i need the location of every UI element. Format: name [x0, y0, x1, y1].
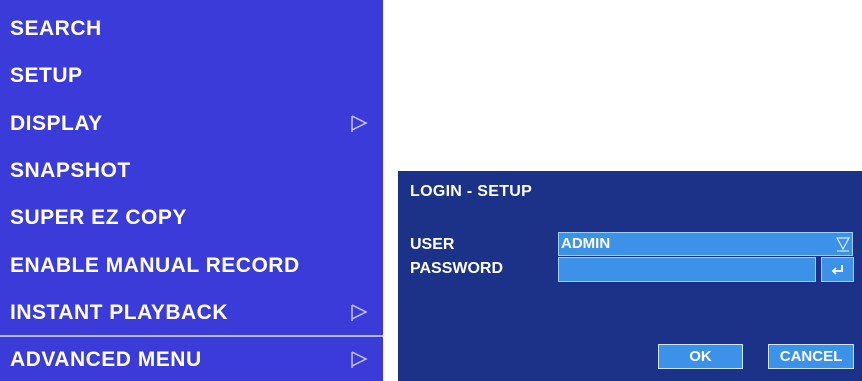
- menu-item-label: SUPER EZ COPY: [10, 206, 187, 229]
- context-menu: SEARCH SETUP DISPLAY SNAPSHOT SUPER EZ C…: [0, 0, 383, 381]
- menu-item-advanced-menu[interactable]: ADVANCED MENU: [0, 335, 383, 381]
- menu-item-setup[interactable]: SETUP: [0, 53, 383, 99]
- menu-item-label: SNAPSHOT: [10, 159, 131, 182]
- menu-item-instant-playback[interactable]: INSTANT PLAYBACK: [0, 290, 383, 336]
- password-enter-button[interactable]: [821, 257, 854, 282]
- menu-item-search[interactable]: SEARCH: [0, 6, 383, 52]
- submenu-arrow-icon: [351, 351, 368, 368]
- submenu-arrow-icon: [351, 304, 368, 321]
- dropdown-icon[interactable]: [836, 236, 850, 252]
- user-select-value: ADMIN: [561, 235, 611, 252]
- user-select[interactable]: ADMIN: [558, 232, 853, 256]
- menu-item-super-ez-copy[interactable]: SUPER EZ COPY: [0, 195, 383, 241]
- menu-item-label: SEARCH: [10, 17, 102, 40]
- menu-item-label: SETUP: [10, 64, 83, 87]
- enter-key-icon: [831, 265, 843, 275]
- menu-item-label: ADVANCED MENU: [10, 348, 202, 371]
- cancel-button[interactable]: CANCEL: [768, 344, 854, 369]
- menu-item-display[interactable]: DISPLAY: [0, 101, 383, 147]
- menu-item-label: INSTANT PLAYBACK: [10, 301, 229, 324]
- password-field[interactable]: [558, 257, 816, 282]
- menu-item-label: DISPLAY: [10, 112, 103, 135]
- submenu-arrow-icon: [351, 115, 368, 132]
- login-dialog: LOGIN - SETUP USER ADMIN PASSWORD OK CAN…: [398, 171, 862, 381]
- password-label: PASSWORD: [410, 260, 504, 277]
- user-label: USER: [410, 236, 455, 253]
- menu-item-snapshot[interactable]: SNAPSHOT: [0, 148, 383, 194]
- dialog-title: LOGIN - SETUP: [410, 183, 533, 200]
- menu-item-enable-manual-record[interactable]: ENABLE MANUAL RECORD: [0, 243, 383, 289]
- menu-item-label: ENABLE MANUAL RECORD: [10, 254, 300, 277]
- ok-button[interactable]: OK: [658, 344, 743, 369]
